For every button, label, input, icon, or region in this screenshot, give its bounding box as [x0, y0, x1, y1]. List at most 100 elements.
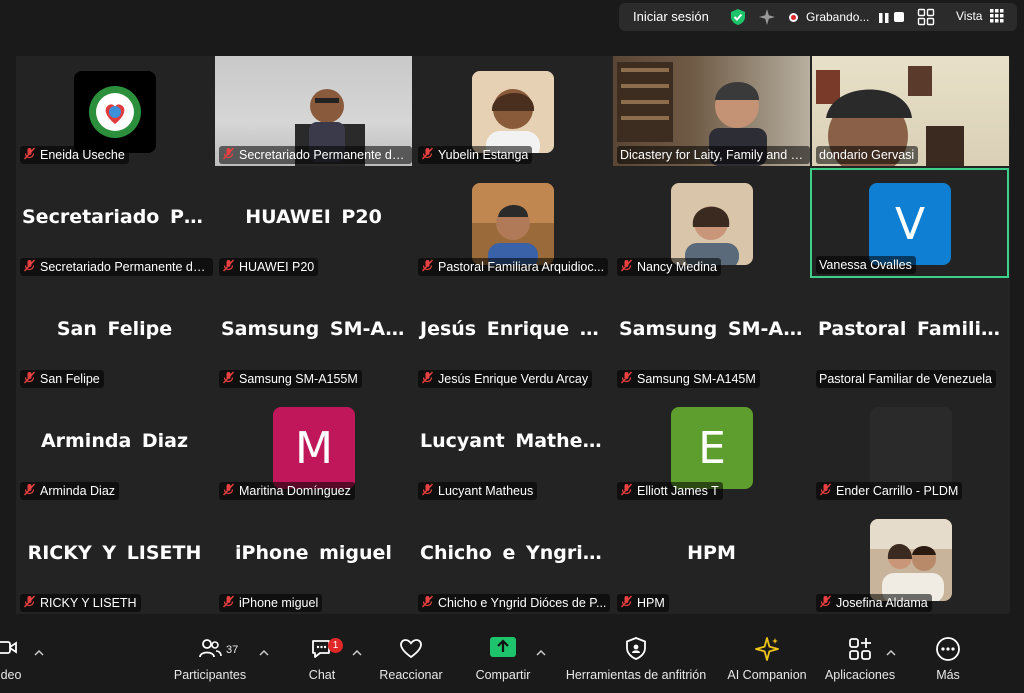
react-button[interactable]: Reaccionar — [376, 636, 446, 682]
participant-tile[interactable]: Pastoral Familiara Arquidioc... — [414, 168, 611, 278]
muted-mic-icon — [23, 483, 36, 499]
muted-mic-icon — [819, 595, 832, 611]
participant-name: Secretariado Permanente de... — [239, 148, 408, 162]
participant-photo — [472, 183, 554, 265]
participant-display-name: iPhone miguel — [235, 542, 392, 564]
participant-tile[interactable]: Eneida Useche — [16, 56, 213, 166]
participant-tile-active-speaker[interactable]: V Vanessa Ovalles — [810, 168, 1009, 278]
stop-recording-icon[interactable] — [894, 12, 904, 22]
participant-tile[interactable]: iPhone miguel iPhone miguel — [215, 504, 412, 614]
sign-in-button[interactable]: Iniciar sesión — [633, 9, 709, 24]
participant-name: Samsung SM-A155M — [239, 372, 358, 386]
participants-label: Participantes — [173, 668, 247, 682]
security-shield-icon[interactable] — [729, 8, 747, 31]
participant-tile[interactable]: Pastoral Familia... Pastoral Familiar de… — [812, 280, 1009, 390]
participant-name: Pastoral Familiara Arquidioc... — [438, 260, 605, 274]
participant-name: Ender Carrillo - PLDM — [836, 484, 959, 498]
video-button[interactable]: deo — [0, 636, 26, 682]
muted-mic-icon — [23, 259, 36, 275]
host-tools-button[interactable]: Herramientas de anfitrión — [558, 636, 714, 682]
participant-nametag: dondario Gervasi — [816, 146, 919, 164]
participant-nametag: HUAWEI P20 — [219, 258, 319, 276]
grid-view-icon[interactable] — [990, 9, 1004, 28]
participant-nametag: Dicastery for Laity, Family and L... — [617, 146, 810, 164]
participant-tile[interactable]: Ender Carrillo - PLDM — [812, 392, 1009, 502]
participants-count: 37 — [226, 644, 239, 656]
participant-nametag: Jesús Enrique Verdu Arcay — [418, 370, 593, 388]
react-label: Reaccionar — [379, 668, 443, 682]
view-button[interactable]: Vista — [956, 9, 982, 23]
muted-mic-icon — [620, 259, 633, 275]
participant-tile[interactable]: Samsung SM-A... Samsung SM-A145M — [613, 280, 810, 390]
participants-options-caret-icon[interactable] — [259, 644, 269, 662]
ai-sparkle-icon[interactable] — [758, 8, 776, 31]
participant-tile[interactable]: E Elliott James T — [613, 392, 810, 502]
participant-tile[interactable]: dondario Gervasi — [812, 56, 1009, 166]
muted-mic-icon — [222, 483, 235, 499]
participant-name: Chicho e Yngrid Dióces de P... — [438, 596, 607, 610]
muted-mic-icon — [620, 483, 633, 499]
participant-tile[interactable]: HPM HPM — [613, 504, 810, 614]
recording-label: Grabando... — [806, 10, 870, 24]
participant-initial-avatar: E — [671, 407, 753, 489]
chat-unread-badge: 1 — [328, 638, 343, 653]
muted-mic-icon — [421, 147, 434, 163]
participant-name: Pastoral Familiar de Venezuela — [819, 372, 993, 386]
participant-initial-avatar: V — [869, 183, 951, 265]
participant-nametag: Secretariado Permanente de... — [219, 146, 412, 164]
participants-button[interactable]: Participantes — [168, 636, 252, 682]
participant-name: HUAWEI P20 — [239, 260, 315, 274]
ai-companion-button[interactable]: AI Companion — [722, 636, 812, 682]
participant-nametag: Eneida Useche — [20, 146, 129, 164]
participant-nametag: Lucyant Matheus — [418, 482, 538, 500]
participant-nametag: Pastoral Familiar de Venezuela — [816, 370, 997, 388]
participant-tile[interactable]: RICKY Y LISETH RICKY Y LISETH — [16, 504, 213, 614]
muted-mic-icon — [620, 595, 633, 611]
participant-tile[interactable]: HUAWEI P20 HUAWEI P20 — [215, 168, 412, 278]
participant-tile[interactable]: Nancy Medina — [613, 168, 810, 278]
participant-display-name: Jesús Enrique V... — [420, 318, 611, 340]
participant-tile[interactable]: Samsung SM-A... Samsung SM-A155M — [215, 280, 412, 390]
video-options-caret-icon[interactable] — [34, 644, 44, 662]
participant-display-name: Pastoral Familia... — [818, 318, 1009, 340]
participant-tile[interactable]: Dicastery for Laity, Family and L... — [613, 56, 810, 166]
participant-tile[interactable]: Secretariado Permanente de... — [215, 56, 412, 166]
heart-icon — [376, 636, 446, 662]
share-label: Compartir — [475, 668, 531, 682]
participant-tile[interactable]: Yubelin Estanga — [414, 56, 611, 166]
participant-nametag: Ender Carrillo - PLDM — [816, 482, 963, 500]
participant-name: Dicastery for Laity, Family and L... — [620, 148, 806, 162]
participant-nametag: Josefina Aldama — [816, 594, 932, 612]
participant-display-name: RICKY Y LISETH — [27, 542, 202, 564]
participant-tile[interactable]: Josefina Aldama — [812, 504, 1009, 614]
participant-initial-avatar: M — [273, 407, 355, 489]
apps-options-caret-icon[interactable] — [886, 644, 896, 662]
participant-tile[interactable]: Secretariado Pe... Secretariado Permanen… — [16, 168, 213, 278]
muted-mic-icon — [23, 371, 36, 387]
more-button[interactable]: Más — [926, 636, 970, 682]
participant-tile[interactable]: Arminda Diaz Arminda Diaz — [16, 392, 213, 502]
participant-tile[interactable]: Lucyant Matheus Lucyant Matheus — [414, 392, 611, 502]
share-options-caret-icon[interactable] — [536, 644, 546, 662]
participant-name: San Felipe — [40, 372, 100, 386]
recording-dot-icon — [789, 13, 798, 22]
pause-recording-icon[interactable] — [878, 11, 890, 29]
participant-photo — [472, 71, 554, 153]
share-screen-button[interactable]: Compartir — [470, 636, 536, 682]
participant-tile[interactable]: M Maritina Domínguez — [215, 392, 412, 502]
participant-name: dondario Gervasi — [819, 148, 915, 162]
muted-mic-icon — [421, 595, 434, 611]
participant-display-name: Samsung SM-A... — [619, 318, 806, 340]
gallery-layout-icon[interactable] — [917, 8, 935, 31]
participant-name: HPM — [637, 596, 665, 610]
share-screen-icon — [470, 636, 536, 662]
chat-options-caret-icon[interactable] — [352, 644, 362, 662]
participant-nametag: iPhone miguel — [219, 594, 323, 612]
participant-tile[interactable]: Chicho e Yngrid... Chicho e Yngrid Dióce… — [414, 504, 611, 614]
participant-tile[interactable]: Jesús Enrique V... Jesús Enrique Verdu A… — [414, 280, 611, 390]
participant-name: Maritina Domínguez — [239, 484, 351, 498]
participant-photo — [671, 183, 753, 265]
participant-tile[interactable]: San Felipe San Felipe — [16, 280, 213, 390]
participant-name: Arminda Diaz — [40, 484, 116, 498]
participant-name: Lucyant Matheus — [438, 484, 534, 498]
